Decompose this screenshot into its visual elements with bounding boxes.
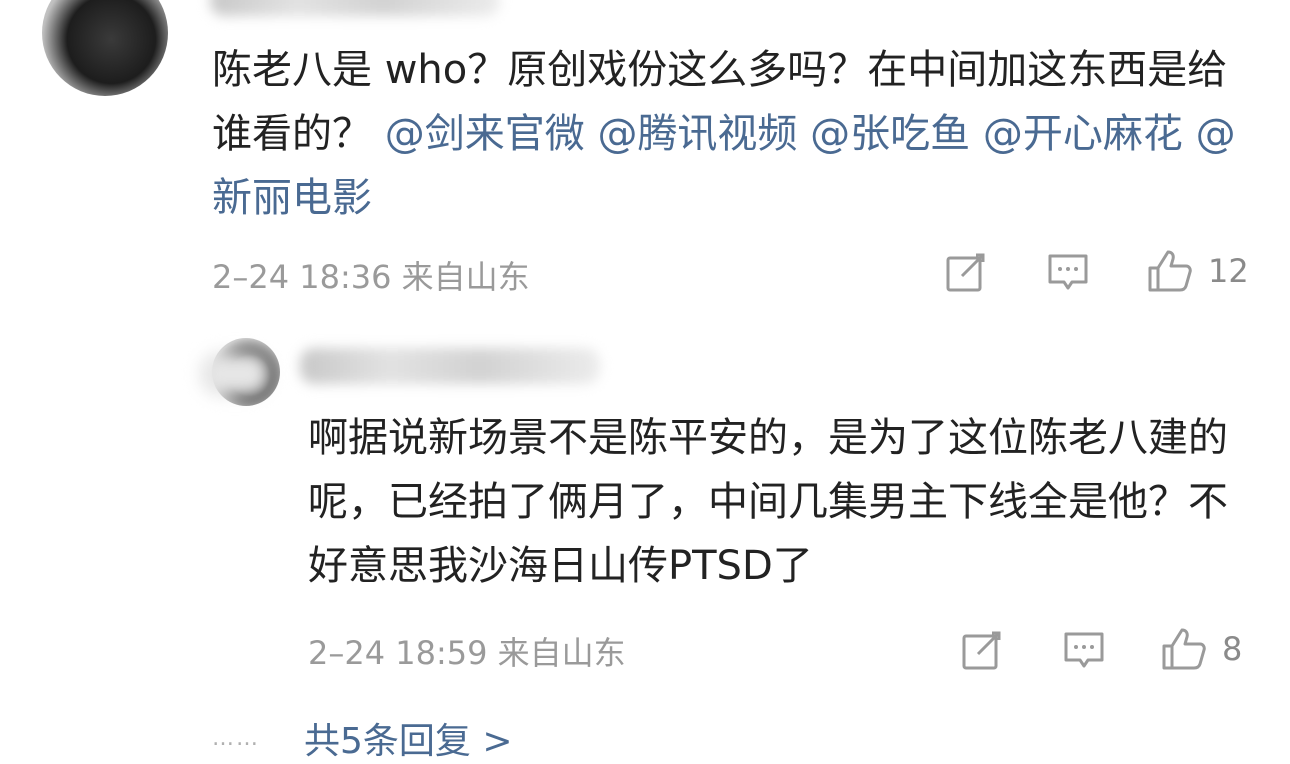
like-button[interactable]: 12 (1146, 248, 1249, 294)
main-comment-text: 陈老八是 who？原创戏份这么多吗？在中间加这东西是给谁看的？ @剑来官微 @腾… (212, 38, 1252, 230)
edit-icon (962, 631, 1001, 670)
more-replies-link[interactable]: 共5条回复 > (304, 712, 513, 764)
author-name-blurred[interactable] (210, 0, 500, 16)
edit-button[interactable] (944, 250, 988, 294)
reply-comment-text: 啊据说新场景不是陈平安的，是为了这位陈老八建的呢，已经拍了俩月了，中间几集男主下… (308, 415, 1228, 589)
mention-link[interactable]: @剑来官微 (385, 111, 585, 157)
reply-edit-button[interactable] (960, 628, 1004, 672)
reply-author-name-blurred[interactable] (300, 348, 600, 384)
avatar[interactable] (42, 0, 168, 96)
reply-like-button[interactable]: 8 (1160, 626, 1242, 672)
comment-button[interactable] (1046, 252, 1090, 294)
reply-comment-button[interactable] (1062, 630, 1106, 672)
mention-link[interactable]: @腾讯视频 (597, 111, 797, 157)
like-count: 12 (1208, 252, 1249, 290)
reply-like-count: 8 (1222, 630, 1243, 668)
mention-link[interactable]: @开心麻花 (983, 111, 1183, 157)
reply-meta: 2–24 18:59 来自山东 (308, 634, 626, 672)
more-replies-row[interactable]: …… 共5条回复 > (212, 712, 513, 764)
more-replies-dots: …… (212, 725, 260, 751)
comment-icon (1064, 632, 1104, 668)
comment-meta: 2–24 18:36 来自山东 (212, 258, 530, 296)
mention-link[interactable]: @张吃鱼 (810, 111, 970, 157)
edit-icon (946, 253, 985, 292)
avatar-blur-overlay (200, 352, 270, 396)
comment-icon (1048, 254, 1088, 290)
thumbs-up-icon (1162, 628, 1206, 670)
thumbs-up-icon (1148, 250, 1192, 292)
